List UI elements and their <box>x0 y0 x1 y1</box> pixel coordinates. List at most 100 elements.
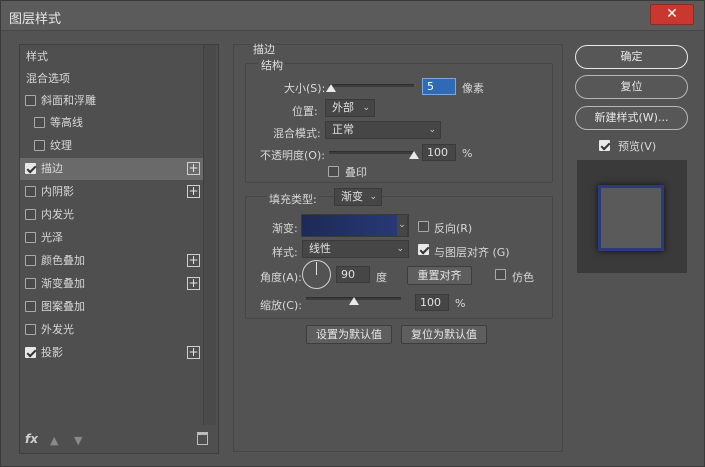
drop-shadow-checkbox[interactable] <box>25 347 36 358</box>
list-item-color-overlay[interactable]: 颜色叠加 + <box>20 250 203 272</box>
blend-mode-value: 正常 <box>332 123 354 136</box>
gradient-style-chevron-down-icon: ⌄ <box>396 244 404 254</box>
drop-shadow-label: 投影 <box>41 346 63 359</box>
size-input[interactable]: 5 <box>422 78 456 95</box>
outer-glow-checkbox[interactable] <box>25 324 36 335</box>
list-header-blending-options[interactable]: 混合选项 <box>20 68 203 90</box>
color-overlay-checkbox[interactable] <box>25 255 36 266</box>
new-style-button[interactable]: 新建样式(W)... <box>575 106 688 130</box>
reset-default-button[interactable]: 复位为默认值 <box>401 325 487 344</box>
angle-input[interactable]: 90 <box>336 266 370 283</box>
position-value: 外部 <box>332 101 354 114</box>
preview-thumbnail <box>598 185 664 251</box>
align-with-layer-label: 与图层对齐 (G) <box>434 246 510 259</box>
opacity-input[interactable]: 100 <box>422 144 456 161</box>
scale-input[interactable]: 100 <box>415 294 449 311</box>
set-default-button[interactable]: 设置为默认值 <box>306 325 392 344</box>
gradient-chevron-down-icon[interactable]: ⌄ <box>397 215 407 236</box>
dither-checkbox[interactable] <box>495 269 506 280</box>
opacity-label: 不透明度(O): <box>260 149 325 162</box>
angle-dial[interactable] <box>302 260 331 289</box>
blend-mode-select[interactable]: 正常 ⌄ <box>325 121 441 139</box>
reverse-checkbox[interactable] <box>418 221 429 232</box>
fill-type-select[interactable]: 渐变 ⌄ <box>334 188 382 206</box>
size-slider-thumb[interactable] <box>325 84 336 92</box>
list-item-pattern-overlay[interactable]: 图案叠加 <box>20 296 203 318</box>
title-bar[interactable]: 图层样式 ✕ <box>1 1 704 31</box>
move-down-icon[interactable]: ▼ <box>74 434 82 447</box>
inner-shadow-label: 内阴影 <box>41 185 74 198</box>
overprint-label: 叠印 <box>345 166 367 179</box>
list-item-bevel-emboss[interactable]: 斜面和浮雕 <box>20 90 203 112</box>
list-header-styles[interactable]: 样式 <box>20 46 203 68</box>
fill-type-chevron-down-icon: ⌄ <box>369 192 377 202</box>
fx-menu-icon[interactable]: fx <box>25 432 38 446</box>
gradient-picker[interactable]: ⌄ <box>301 214 409 237</box>
fill-type-label: 填充类型: <box>267 191 319 207</box>
list-header-blending-label: 混合选项 <box>26 72 70 85</box>
scale-label: 缩放(C): <box>260 299 302 312</box>
contour-label: 等高线 <box>50 116 83 129</box>
pattern-overlay-label: 图案叠加 <box>41 300 85 313</box>
list-item-contour[interactable]: 等高线 <box>20 112 203 134</box>
add-stroke-plus-icon[interactable]: + <box>187 162 200 175</box>
stroke-checkbox[interactable] <box>25 163 36 174</box>
list-item-outer-glow[interactable]: 外发光 <box>20 319 203 341</box>
list-item-stroke[interactable]: 描边 + <box>20 158 203 180</box>
scale-unit: % <box>455 297 466 310</box>
size-slider-track[interactable] <box>329 84 414 87</box>
align-with-layer-checkbox[interactable] <box>418 244 429 255</box>
inner-glow-label: 内发光 <box>41 208 74 221</box>
bevel-emboss-label: 斜面和浮雕 <box>41 94 96 107</box>
add-color-overlay-plus-icon[interactable]: + <box>187 254 200 267</box>
list-header-styles-label: 样式 <box>26 50 48 63</box>
gradient-overlay-checkbox[interactable] <box>25 278 36 289</box>
inner-shadow-checkbox[interactable] <box>25 186 36 197</box>
pattern-overlay-checkbox[interactable] <box>25 301 36 312</box>
opacity-unit: % <box>462 147 473 160</box>
window-title: 图层样式 <box>9 12 62 27</box>
size-label: 大小(S): <box>284 82 326 95</box>
list-item-inner-shadow[interactable]: 内阴影 + <box>20 181 203 203</box>
opacity-slider-thumb[interactable] <box>409 151 419 159</box>
add-gradient-overlay-plus-icon[interactable]: + <box>187 277 200 290</box>
position-label: 位置: <box>292 105 318 118</box>
fill-type-value: 渐变 <box>341 190 363 203</box>
dither-label: 仿色 <box>512 271 534 284</box>
bevel-emboss-checkbox[interactable] <box>25 95 36 106</box>
trash-icon[interactable] <box>197 432 208 445</box>
list-item-drop-shadow[interactable]: 投影 + <box>20 342 203 364</box>
satin-checkbox[interactable] <box>25 232 36 243</box>
reverse-label: 反向(R) <box>434 222 473 235</box>
preview-checkbox[interactable] <box>599 140 610 151</box>
overprint-checkbox[interactable] <box>328 166 339 177</box>
list-item-gradient-overlay[interactable]: 渐变叠加 + <box>20 273 203 295</box>
position-select[interactable]: 外部 ⌄ <box>325 99 375 117</box>
gradient-style-select[interactable]: 线性 ⌄ <box>302 240 409 258</box>
reset-alignment-button[interactable]: 重置对齐 <box>407 266 472 285</box>
ok-button[interactable]: 确定 <box>575 45 688 69</box>
move-up-icon[interactable]: ▲ <box>50 434 58 447</box>
style-list-footer: fx ▲ ▼ <box>19 431 219 453</box>
style-preview <box>577 160 687 273</box>
contour-checkbox[interactable] <box>34 117 45 128</box>
position-chevron-down-icon: ⌄ <box>362 103 370 113</box>
blend-mode-label: 混合模式: <box>273 127 321 140</box>
reset-button[interactable]: 复位 <box>575 75 688 99</box>
gradient-overlay-label: 渐变叠加 <box>41 277 85 290</box>
scale-slider-thumb[interactable] <box>348 297 359 305</box>
angle-unit: 度 <box>376 271 387 284</box>
list-item-texture[interactable]: 纹理 <box>20 135 203 157</box>
inner-glow-checkbox[interactable] <box>25 209 36 220</box>
gradient-style-value: 线性 <box>309 242 331 255</box>
add-inner-shadow-plus-icon[interactable]: + <box>187 185 200 198</box>
texture-checkbox[interactable] <box>34 140 45 151</box>
add-drop-shadow-plus-icon[interactable]: + <box>187 346 200 359</box>
close-button[interactable]: ✕ <box>650 4 694 25</box>
list-item-satin[interactable]: 光泽 <box>20 227 203 249</box>
list-item-inner-glow[interactable]: 内发光 <box>20 204 203 226</box>
opacity-slider-track[interactable] <box>329 151 414 154</box>
style-list-scrollbar[interactable] <box>203 45 216 425</box>
preview-label: 预览(V) <box>618 140 657 153</box>
angle-label: 角度(A): <box>260 271 302 284</box>
